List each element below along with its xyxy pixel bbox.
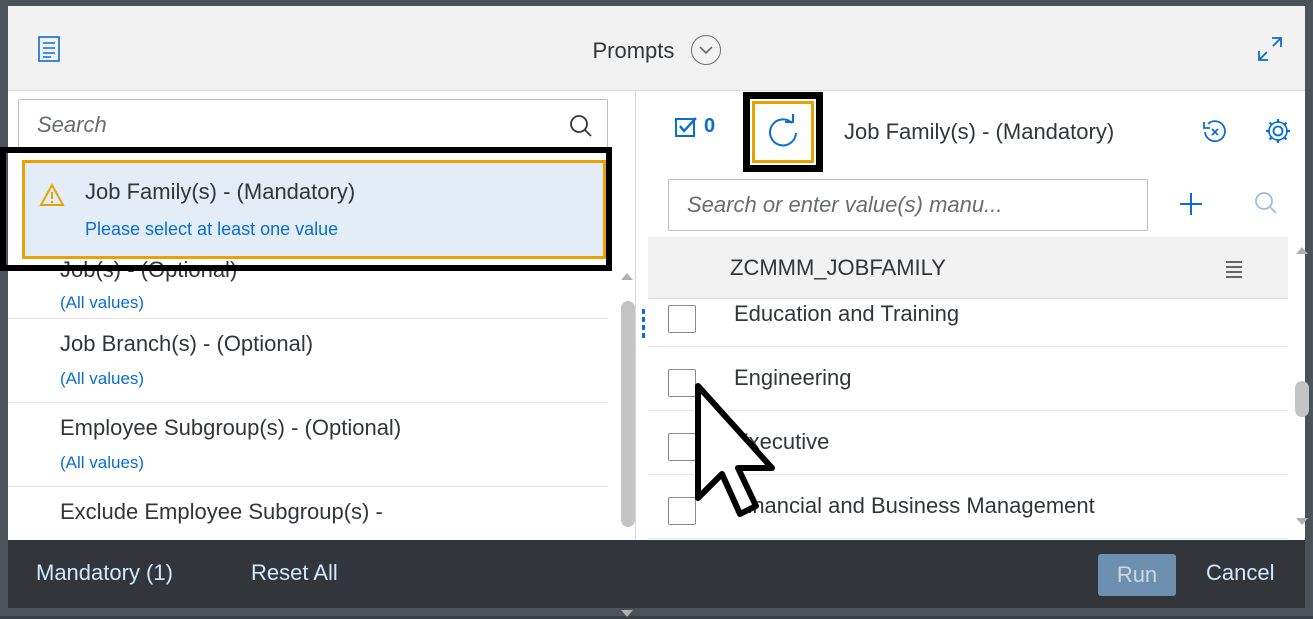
selected-values-toggle[interactable]: 0 — [674, 115, 715, 138]
value-search-placeholder: Search or enter value(s) manu... — [687, 192, 1003, 217]
scrollbar-thumb[interactable] — [621, 301, 635, 527]
dialog-title-text: Prompts — [592, 38, 675, 63]
search-icon[interactable] — [1254, 191, 1278, 220]
value-checkbox[interactable] — [668, 305, 696, 333]
list-item-name: Employee Subgroup(s) - (Optional) — [60, 415, 402, 440]
value-label: Financial and Business Management — [734, 493, 1095, 518]
mouse-pointer-icon — [695, 383, 775, 517]
run-button[interactable]: Run — [1098, 554, 1176, 596]
values-scrollbar[interactable] — [1294, 243, 1310, 533]
column-menu-icon[interactable] — [1224, 259, 1244, 284]
values-column-header: ZCMMM_JOBFAMILY — [648, 237, 1288, 299]
list-item-value: Please select at least one value — [85, 219, 339, 239]
dialog-header: Prompts — [8, 6, 1305, 91]
checkbox-checked-icon — [675, 116, 697, 137]
scroll-up-icon[interactable] — [620, 271, 634, 281]
prompts-dialog: Prompts Search Job(s) - (Optional) (All … — [0, 0, 1313, 619]
scrollbar-thumb[interactable] — [1295, 381, 1309, 417]
panel-splitter[interactable] — [640, 306, 646, 346]
prompt-search-placeholder: Search — [37, 112, 107, 137]
list-item-exclude-employee-subgroup[interactable]: Exclude Employee Subgroup(s) - — [8, 489, 608, 539]
warning-icon — [39, 182, 65, 212]
reset-all-button[interactable]: Reset All — [251, 560, 338, 586]
selected-count: 0 — [704, 115, 716, 137]
expand-icon[interactable] — [1257, 36, 1283, 67]
value-search-input[interactable]: Search or enter value(s) manu... — [668, 179, 1148, 231]
mandatory-filter-button[interactable]: Mandatory (1) — [36, 560, 173, 586]
column-header-label: ZCMMM_JOBFAMILY — [730, 255, 946, 280]
refresh-icon — [769, 114, 797, 147]
scroll-up-icon[interactable] — [1295, 245, 1309, 255]
value-label: Education and Training — [734, 301, 960, 326]
cancel-button[interactable]: Cancel — [1206, 560, 1274, 586]
chevron-down-icon[interactable] — [690, 35, 721, 65]
list-item-value: (All values) — [60, 293, 145, 312]
list-item[interactable]: Education and Training — [648, 299, 1288, 347]
refresh-button[interactable] — [743, 92, 823, 172]
prompt-search-input[interactable]: Search — [18, 99, 608, 151]
list-item-name: Exclude Employee Subgroup(s) - — [60, 499, 383, 524]
list-item-employee-subgroup[interactable]: Employee Subgroup(s) - (Optional) (All v… — [8, 405, 608, 487]
list-item-name: Job Branch(s) - (Optional) — [60, 331, 314, 356]
scroll-down-icon[interactable] — [620, 609, 634, 619]
gear-icon[interactable] — [1264, 117, 1292, 150]
search-icon[interactable] — [569, 114, 593, 143]
list-item-job-family[interactable]: Job Family(s) - (Mandatory) Please selec… — [22, 160, 606, 259]
dialog-title: Prompts — [8, 35, 1305, 66]
values-toolbar: 0 Job Family(s) - (Mandatory) — [648, 91, 1313, 172]
dialog-footer: Mandatory (1) Reset All Run Cancel — [8, 540, 1305, 608]
list-item-job-branch[interactable]: Job Branch(s) - (Optional) (All values) — [8, 321, 608, 403]
clear-selection-icon[interactable] — [1202, 119, 1228, 150]
values-panel-title: Job Family(s) - (Mandatory) — [844, 119, 1115, 144]
add-value-icon[interactable] — [1178, 191, 1204, 222]
list-item-value: (All values) — [60, 369, 145, 388]
list-item-name: Job Family(s) - (Mandatory) — [85, 179, 356, 204]
scroll-down-icon[interactable] — [1295, 517, 1309, 527]
list-item-value: (All values) — [60, 453, 145, 472]
